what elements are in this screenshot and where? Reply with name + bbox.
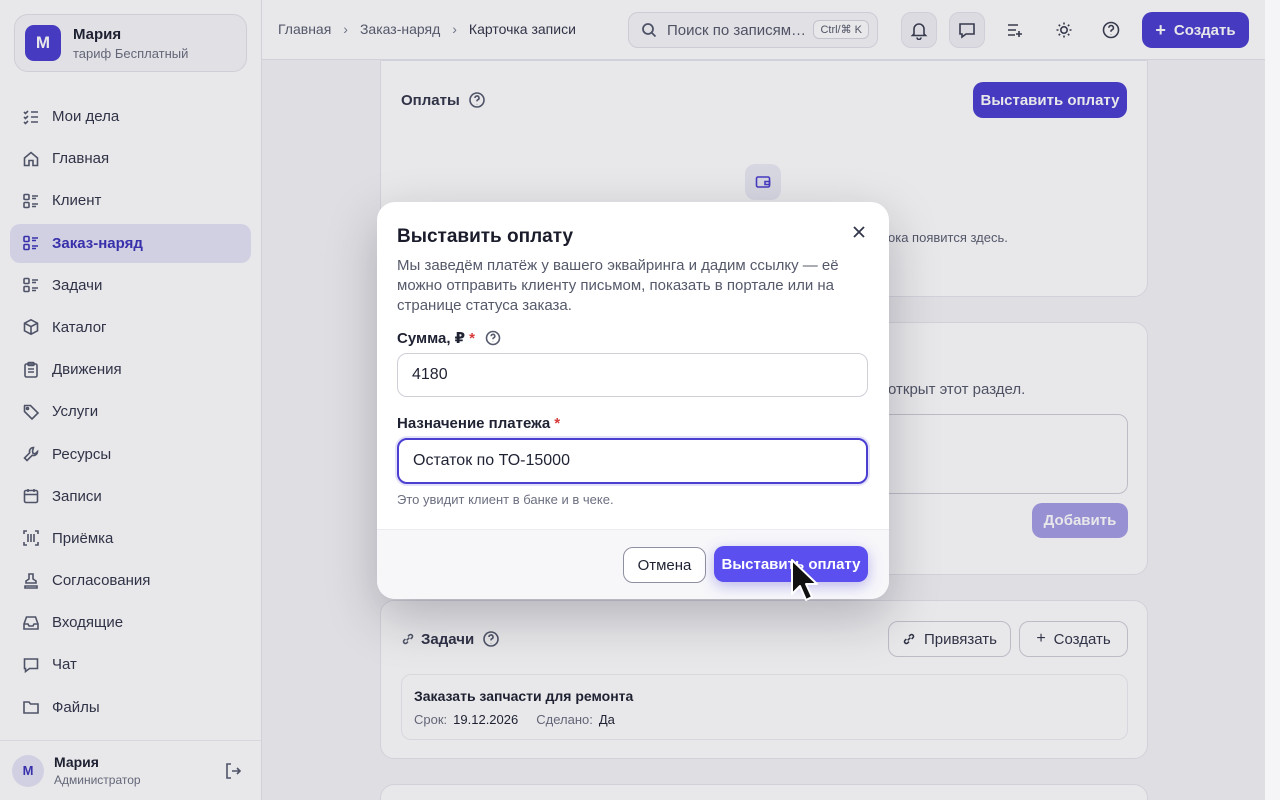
amount-label-text: Сумма, ₽ <box>397 330 466 347</box>
required-mark: * <box>554 415 561 432</box>
purpose-field[interactable]: Остаток по ТО-15000 <box>397 438 868 484</box>
dialog-title: Выставить оплату <box>397 226 574 247</box>
help-icon[interactable] <box>485 330 501 346</box>
cancel-button[interactable]: Отмена <box>623 547 706 583</box>
purpose-label-text: Назначение платежа <box>397 415 551 432</box>
purpose-label: Назначение платежа * <box>397 415 560 432</box>
issue-payment-dialog: Выставить оплату Мы заведём платёж у ваш… <box>377 202 889 599</box>
amount-field[interactable]: 4180 <box>397 353 868 397</box>
mouse-cursor-icon <box>791 559 818 601</box>
purpose-hint: Это увидит клиент в банке и в чеке. <box>397 492 614 507</box>
close-icon[interactable] <box>849 222 869 242</box>
required-mark: * <box>469 329 475 347</box>
amount-label: Сумма, ₽ * <box>397 329 501 347</box>
dialog-description: Мы заведём платёж у вашего эквайринга и … <box>397 257 839 314</box>
